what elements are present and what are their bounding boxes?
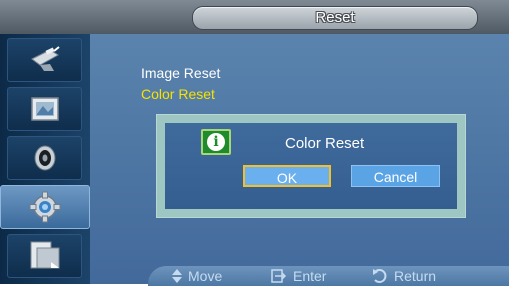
- hint-move: Move: [172, 267, 222, 285]
- satellite-dish-icon: [30, 46, 60, 71]
- hint-enter-label: Enter: [293, 268, 327, 284]
- osd-window: Reset Image Reset Color Reset i Color Re…: [0, 0, 509, 297]
- confirm-dialog: i Color Reset OK Cancel: [156, 114, 466, 218]
- info-icon: i: [201, 129, 231, 155]
- hint-return-label: Return: [394, 268, 437, 284]
- return-icon: [373, 269, 387, 283]
- enter-icon: [271, 269, 287, 283]
- menu-item-color-reset[interactable]: Color Reset: [141, 86, 215, 102]
- sidebar: [0, 34, 90, 284]
- ok-button[interactable]: OK: [243, 165, 331, 187]
- up-down-arrow-icon: [172, 269, 182, 283]
- title-pill: Reset: [192, 6, 478, 30]
- dialog-body: i Color Reset OK Cancel: [165, 123, 457, 209]
- hint-return: Return: [372, 267, 436, 285]
- sidebar-item-input[interactable]: [7, 38, 82, 82]
- page-title: Reset: [315, 9, 355, 26]
- sidebar-item-setup[interactable]: [0, 185, 90, 229]
- dialog-title: Color Reset: [285, 135, 365, 152]
- hint-move-label: Move: [188, 268, 223, 284]
- menu-item-image-reset[interactable]: Image Reset: [141, 65, 220, 81]
- sidebar-item-picture[interactable]: [7, 87, 82, 131]
- speaker-icon: [34, 145, 55, 171]
- gear-icon: [29, 191, 61, 223]
- picture-frame-icon: [30, 97, 59, 121]
- hint-enter: Enter: [271, 267, 326, 285]
- cancel-button[interactable]: Cancel: [351, 165, 440, 187]
- header-bar: Reset: [0, 0, 509, 34]
- bottom-hint-bar: Move Enter Return: [0, 266, 509, 297]
- main-panel: Image Reset Color Reset i Color Reset OK…: [90, 34, 509, 284]
- sidebar-item-sound[interactable]: [7, 136, 82, 180]
